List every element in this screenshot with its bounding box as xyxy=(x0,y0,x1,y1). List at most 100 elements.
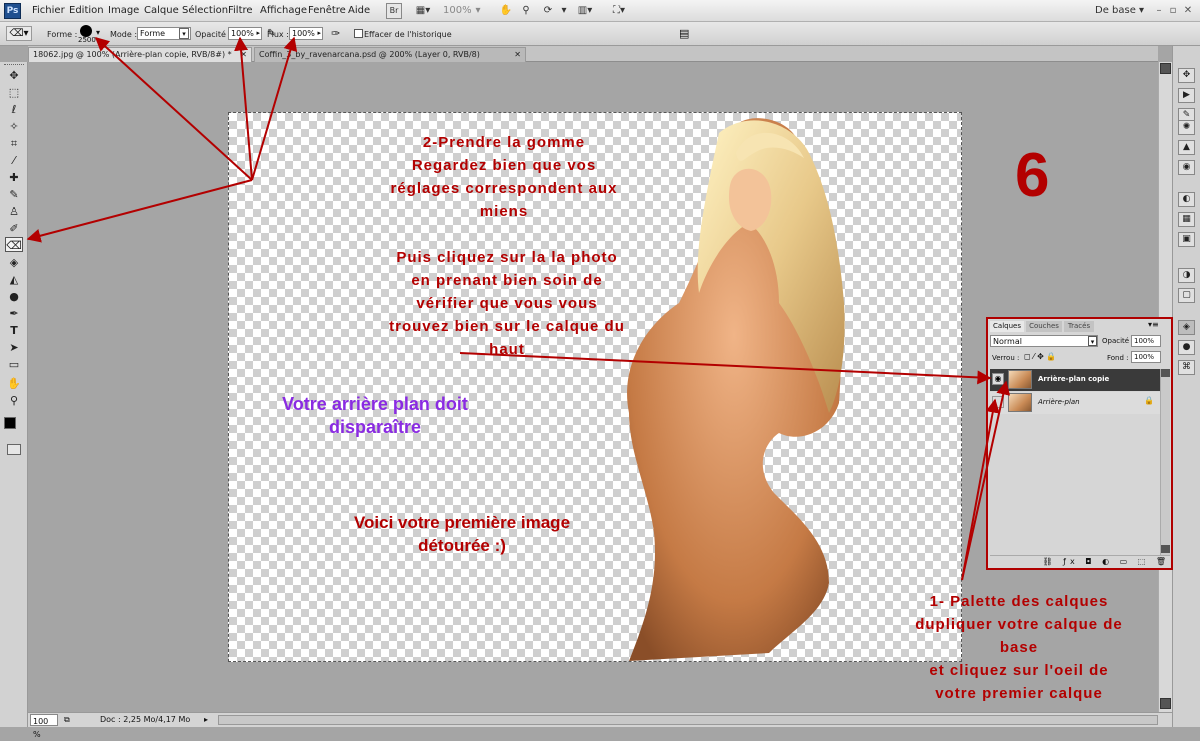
navigator-icon[interactable]: ✥ xyxy=(1178,68,1195,83)
zoom-level[interactable]: 100% xyxy=(442,3,472,19)
hand-tool-icon[interactable]: ✋ xyxy=(5,376,23,391)
panel-grip[interactable] xyxy=(4,64,24,67)
blur-tool-icon[interactable]: ◭ xyxy=(5,272,23,287)
foreground-color-swatch[interactable] xyxy=(4,417,16,429)
layer-row-copie[interactable]: ◉ Arrière-plan copie xyxy=(990,369,1160,391)
eye-icon[interactable]: ◉ xyxy=(992,373,1004,385)
shape-tool-icon[interactable]: ▭ xyxy=(5,357,23,372)
masks-icon[interactable]: ▢ xyxy=(1178,288,1195,303)
move-tool-icon[interactable]: ✥ xyxy=(5,68,23,83)
menu-image[interactable]: Image xyxy=(108,5,139,16)
paths-icon[interactable]: ⌘ xyxy=(1178,360,1195,375)
scroll-thumb-bottom[interactable] xyxy=(1161,545,1170,553)
annotation-line: et cliquez sur l'oeil de xyxy=(929,662,1109,679)
marquee-tool-icon[interactable]: ⬚ xyxy=(5,85,23,100)
workspace-switcher[interactable]: De base ▾ xyxy=(1094,3,1146,19)
tablet-pressure-icon[interactable]: ▤ xyxy=(679,27,689,40)
swatches-icon[interactable]: ▦ xyxy=(1178,212,1195,227)
annotation-line: vérifier que vous vous xyxy=(416,295,598,312)
menu-calque[interactable]: Calque xyxy=(144,5,179,16)
menu-edition[interactable]: Edition xyxy=(69,5,104,16)
menu-affichage[interactable]: Affichage xyxy=(260,5,307,16)
zoom-icon[interactable]: ⚲ xyxy=(518,3,534,19)
maximize-icon[interactable]: ▫ xyxy=(1167,3,1179,19)
zoom-tool-icon[interactable]: ⚲ xyxy=(5,393,23,408)
chevron-down-icon[interactable]: ▾ xyxy=(474,3,482,19)
menu-aide[interactable]: Aide xyxy=(348,5,370,16)
pen-tool-icon[interactable]: ✒ xyxy=(5,306,23,321)
layer-row-arriere-plan[interactable]: Arrière-plan 🔒 xyxy=(990,392,1160,414)
brush-tool-icon[interactable]: ✎ xyxy=(5,187,23,202)
airbrush-icon[interactable]: ✑ xyxy=(331,27,340,40)
bridge-button[interactable]: Br xyxy=(386,3,402,19)
tab-traces[interactable]: Tracés xyxy=(1064,321,1094,332)
opacite-input[interactable]: 100% ▸ xyxy=(228,27,262,40)
flux-input[interactable]: 100% ▸ xyxy=(289,27,323,40)
panel-menu-icon[interactable]: ▾≡ xyxy=(1148,320,1159,329)
eye-toggle-empty[interactable] xyxy=(992,396,1004,408)
document-canvas[interactable]: 2-Prendre la gomme Regardez bien que vos… xyxy=(228,112,962,662)
blend-mode-select[interactable]: Normal ▾ xyxy=(990,335,1098,347)
layers-scrollbar[interactable] xyxy=(1160,369,1170,555)
tab-18062[interactable]: 18062.jpg @ 100% (Arrière-plan copie, RV… xyxy=(28,47,252,62)
extras-icon[interactable]: ▦▾ xyxy=(410,3,436,19)
close-icon[interactable]: ✕ xyxy=(1182,3,1194,19)
color-icon[interactable]: ✺ xyxy=(1178,120,1195,135)
historique-label: Effacer de l'historique xyxy=(364,30,452,39)
eraser-preset-icon[interactable]: ⌫▾ xyxy=(6,26,32,41)
crop-tool-icon[interactable]: ⌗ xyxy=(5,136,23,151)
history-brush-tool-icon[interactable]: ✐ xyxy=(5,221,23,236)
screen-mode-icon[interactable]: ⛶▾ xyxy=(606,3,632,19)
lock-icons[interactable]: ◻ ⁄ ✥ 🔒 xyxy=(1024,352,1056,361)
styles-icon[interactable]: ▣ xyxy=(1178,232,1195,247)
menu-filtre[interactable]: Filtre xyxy=(228,5,253,16)
channels-icon[interactable]: ● xyxy=(1178,340,1195,355)
hand-icon[interactable]: ✋ xyxy=(498,3,514,19)
flux-label-text: Flux : xyxy=(267,30,289,39)
status-arrow-icon[interactable]: ▸ xyxy=(204,713,208,726)
status-doc-size: Doc : 2,25 Mo/4,17 Mo xyxy=(100,715,191,724)
fond-input[interactable]: 100% xyxy=(1131,351,1161,363)
chevron-down-icon[interactable]: ▾ xyxy=(96,28,100,37)
minimize-icon[interactable]: – xyxy=(1153,3,1165,19)
layer-opacity-input[interactable]: 100% xyxy=(1131,335,1161,347)
info-icon[interactable]: ◉ xyxy=(1178,160,1195,175)
play-icon[interactable]: ▶ xyxy=(1178,88,1195,103)
quick-mask-icon[interactable] xyxy=(7,444,21,455)
mode-select[interactable]: Forme ▾ xyxy=(137,27,191,40)
eyedropper-tool-icon[interactable]: ⁄ xyxy=(5,153,23,168)
paint-bucket-tool-icon[interactable]: ◈ xyxy=(5,255,23,270)
histogram-icon[interactable]: ▲ xyxy=(1178,140,1195,155)
healing-tool-icon[interactable]: ✚ xyxy=(5,170,23,185)
menu-selection[interactable]: Sélection xyxy=(182,5,228,16)
arrow-to-eraser xyxy=(26,179,253,243)
tab-calques[interactable]: Calques xyxy=(990,321,1024,332)
menu-fenetre[interactable]: Fenêtre xyxy=(308,5,346,16)
annotation-line: Puis cliquez sur la la photo xyxy=(396,249,618,266)
scroll-thumb[interactable] xyxy=(1160,63,1171,74)
layers-panel-icon[interactable]: ◈ xyxy=(1178,320,1195,335)
lasso-tool-icon[interactable]: ℓ xyxy=(5,102,23,117)
status-info-icon[interactable]: ⧉ xyxy=(64,713,70,726)
type-tool-icon[interactable]: T xyxy=(5,323,23,338)
menu-fichier[interactable]: Fichier xyxy=(32,5,65,16)
path-selection-tool-icon[interactable]: ➤ xyxy=(5,340,23,355)
scroll-thumb[interactable] xyxy=(1161,369,1170,377)
status-zoom[interactable]: 100 % xyxy=(30,714,58,739)
arrange-documents-icon[interactable]: ▥▾ xyxy=(572,3,598,19)
magic-wand-tool-icon[interactable]: ✧ xyxy=(5,119,23,134)
eraser-tool-icon[interactable]: ⌫ xyxy=(5,237,23,252)
historique-checkbox[interactable] xyxy=(354,29,363,38)
dodge-tool-icon[interactable]: ● xyxy=(5,289,23,304)
scroll-thumb-bottom[interactable] xyxy=(1160,698,1171,709)
rotate-view-icon[interactable]: ⟳ xyxy=(540,3,556,19)
layers-footer-icons[interactable]: ⛓ ƒx ◘ ◐ ▭ ⬚ 🗑 xyxy=(990,555,1170,568)
tab-couches[interactable]: Couches xyxy=(1026,321,1062,332)
clone-source-icon[interactable]: ◑ xyxy=(1178,268,1195,283)
adjustments-icon[interactable]: ◐ xyxy=(1178,192,1195,207)
stamp-tool-icon[interactable]: ♙ xyxy=(5,204,23,219)
options-bar: ⌫▾ Forme : 2500 ▾ Mode : Forme ▾ Opacité … xyxy=(0,22,1200,46)
horizontal-scrollbar[interactable] xyxy=(218,715,1158,725)
chevron-down-icon[interactable]: ▾ xyxy=(558,3,570,19)
tab-coffin[interactable]: Coffin_3_by_ravenarcana.psd @ 200% (Laye… xyxy=(254,47,526,62)
